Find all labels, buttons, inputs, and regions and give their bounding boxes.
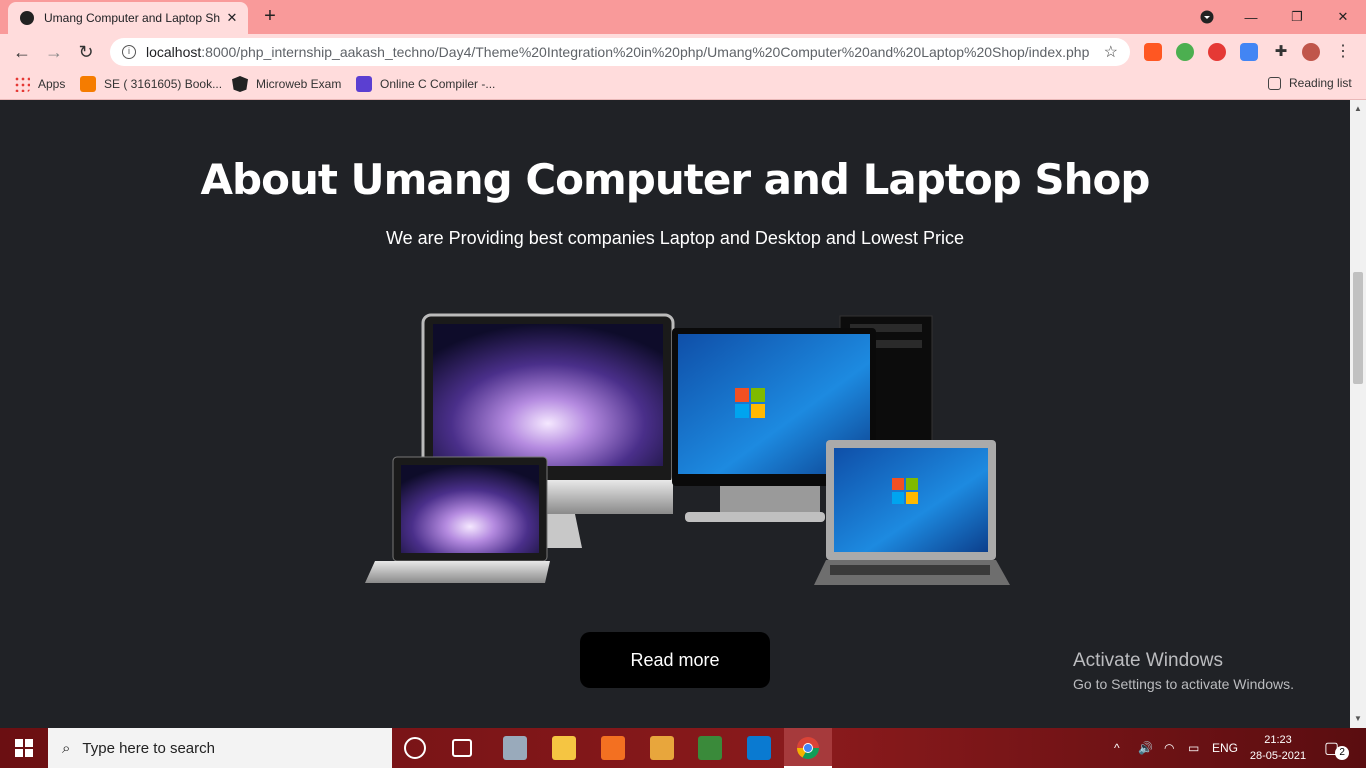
file-explorer-icon[interactable] xyxy=(552,736,576,760)
close-window-button[interactable]: ✕ xyxy=(1320,0,1366,34)
taskbar-search-box[interactable]: ⌕ Type here to search xyxy=(48,728,392,768)
vscode-icon[interactable] xyxy=(747,736,771,760)
url-text[interactable]: localhost:8000/php_internship_aakash_tec… xyxy=(146,44,1094,60)
blogger-icon xyxy=(80,76,96,92)
bookmark-star-icon[interactable]: ☆ xyxy=(1104,42,1118,62)
reload-icon[interactable]: ↻ xyxy=(72,38,100,66)
language-indicator[interactable]: ENG xyxy=(1212,728,1238,768)
read-more-button[interactable]: Read more xyxy=(580,632,770,688)
back-icon[interactable]: ← xyxy=(8,38,36,66)
page-viewport: About Umang Computer and Laptop Shop We … xyxy=(0,100,1350,728)
avatar[interactable] xyxy=(1302,43,1320,61)
cortana-icon[interactable] xyxy=(404,737,426,759)
globe-icon xyxy=(20,11,34,25)
xampp-icon[interactable] xyxy=(601,736,625,760)
translate-icon[interactable] xyxy=(1240,43,1258,61)
volume-icon[interactable]: 🔊 xyxy=(1138,728,1153,768)
profile-menu-icon[interactable] xyxy=(1184,0,1230,34)
windows-logo-icon xyxy=(15,739,33,757)
bookmark-microweb[interactable]: Microweb Exam xyxy=(232,76,341,92)
page-title: About Umang Computer and Laptop Shop xyxy=(200,155,1151,204)
sublime-text-icon[interactable] xyxy=(650,736,674,760)
notepad-plus-icon[interactable] xyxy=(698,736,722,760)
show-hidden-icons[interactable]: ^ xyxy=(1114,728,1120,768)
address-bar[interactable]: i localhost:8000/php_internship_aakash_t… xyxy=(110,38,1130,66)
bookmarks-bar: Apps SE ( 3161605) Book... Microweb Exam… xyxy=(0,70,1366,100)
restore-button[interactable]: ❐ xyxy=(1274,0,1320,34)
windows-taskbar: ⌕ Type here to search ^ 🔊 ◠ ▭ ENG 21:23 … xyxy=(0,728,1366,768)
page-subtitle: We are Providing best companies Laptop a… xyxy=(385,228,964,248)
reading-list-icon xyxy=(1268,76,1281,90)
search-icon: ⌕ xyxy=(62,739,71,757)
tab-title: Umang Computer and Laptop Sh xyxy=(44,11,221,25)
tab-strip: Umang Computer and Laptop Sh ✕ + — ❐ ✕ xyxy=(0,0,1366,34)
new-tab-button[interactable]: + xyxy=(258,4,282,28)
close-tab-icon[interactable]: ✕ xyxy=(224,10,240,26)
extension-icon[interactable] xyxy=(1176,43,1194,61)
chrome-icon xyxy=(797,737,819,759)
notifications-icon[interactable]: ▢ 2 xyxy=(1324,728,1350,768)
forward-icon[interactable]: → xyxy=(40,38,68,66)
lightning-icon xyxy=(356,76,372,92)
clock[interactable]: 21:23 28-05-2021 xyxy=(1240,732,1316,764)
bookmark-blogger[interactable]: SE ( 3161605) Book... xyxy=(80,76,222,92)
reading-list-button[interactable]: Reading list xyxy=(1268,76,1352,90)
activate-windows-watermark: Activate Windows Go to Settings to activ… xyxy=(1073,650,1294,692)
browser-tab[interactable]: Umang Computer and Laptop Sh ✕ xyxy=(8,2,248,34)
app-icon[interactable] xyxy=(503,736,527,760)
scrollbar-thumb[interactable] xyxy=(1353,272,1363,384)
minimize-button[interactable]: — xyxy=(1228,0,1274,34)
wifi-icon[interactable]: ◠ xyxy=(1164,728,1174,768)
task-view-icon[interactable] xyxy=(452,739,472,757)
apps-grid-icon xyxy=(14,76,30,92)
chrome-taskbar-button[interactable] xyxy=(784,728,832,768)
vertical-scrollbar[interactable]: ▲ ▼ xyxy=(1350,100,1366,728)
scroll-down-icon[interactable]: ▼ xyxy=(1354,714,1362,723)
site-info-icon[interactable]: i xyxy=(122,45,136,59)
menu-kebab-icon[interactable]: ⋮ xyxy=(1334,43,1352,61)
battery-icon[interactable]: ▭ xyxy=(1188,728,1199,768)
adblock-icon[interactable] xyxy=(1208,43,1226,61)
angular-icon xyxy=(232,76,248,92)
extensions-puzzle-icon[interactable]: ✚ xyxy=(1272,43,1290,61)
extension-icon[interactable] xyxy=(1144,43,1162,61)
bookmark-apps[interactable]: Apps xyxy=(14,76,65,92)
notification-count-badge: 2 xyxy=(1335,746,1350,760)
scroll-up-icon[interactable]: ▲ xyxy=(1354,104,1362,113)
start-button[interactable] xyxy=(0,728,48,768)
computers-hero-image xyxy=(365,313,1010,585)
bookmark-online-compiler[interactable]: Online C Compiler -... xyxy=(356,76,495,92)
